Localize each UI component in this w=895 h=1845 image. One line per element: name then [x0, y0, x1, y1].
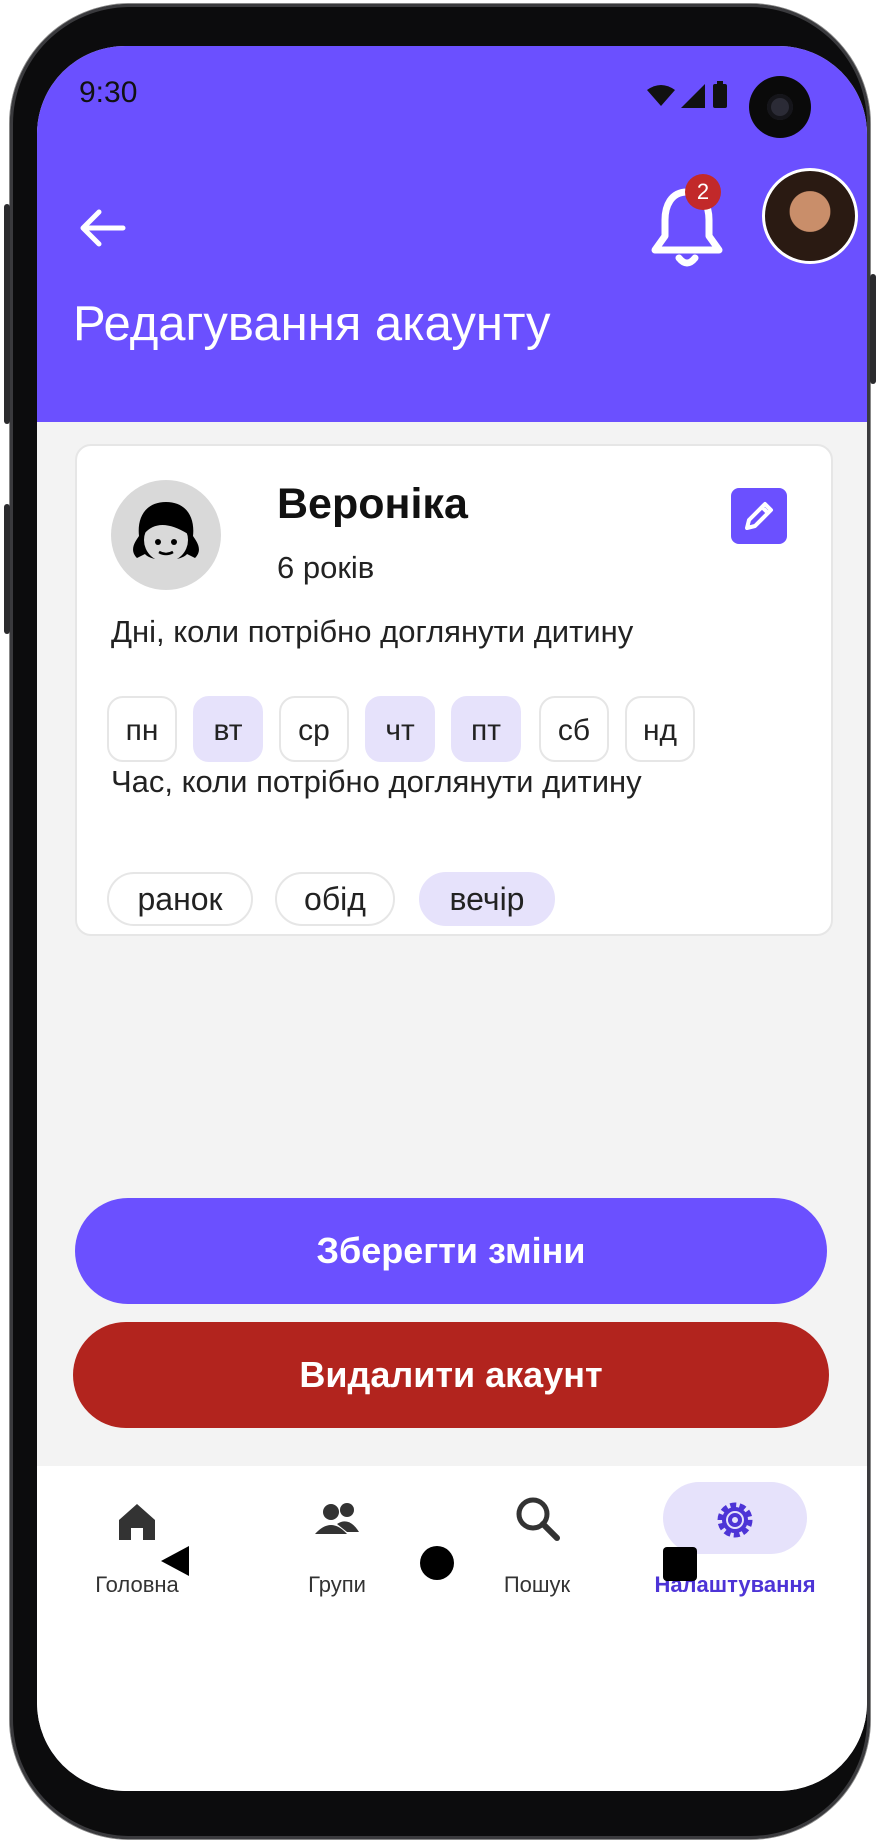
time-chip[interactable]: обід: [275, 872, 395, 926]
time-label: Час, коли потрібно доглянути дитину: [111, 764, 642, 799]
status-time: 9:30: [79, 76, 138, 109]
app-header: 9:30 2 Редагування акаунту: [37, 46, 867, 422]
status-icons: [647, 81, 727, 108]
child-profile-card: Вероніка 6 років Дні, коли потрібно догл…: [75, 444, 833, 936]
groups-icon: [315, 1503, 359, 1534]
battery-icon: [713, 84, 727, 108]
day-chip[interactable]: пт: [451, 696, 521, 762]
edit-profile-button[interactable]: [731, 488, 787, 544]
search-icon: [516, 1497, 560, 1541]
nav-label: Пошук: [503, 1572, 571, 1597]
system-recents-button[interactable]: [663, 1547, 697, 1581]
app-screen: 9:30 2 Редагування акаунту Вероніка 6 ро…: [37, 46, 867, 1791]
system-home-button[interactable]: [420, 1546, 454, 1580]
pencil-icon: [745, 502, 773, 530]
girl-face-icon: [133, 502, 199, 562]
phone-frame: 9:30 2 Редагування акаунту Вероніка 6 ро…: [4, 4, 876, 1839]
side-button: [4, 204, 10, 424]
signal-icon: [681, 84, 705, 108]
delete-account-button[interactable]: Видалити акаунт: [73, 1322, 829, 1428]
time-chip[interactable]: вечір: [419, 872, 555, 926]
save-changes-button[interactable]: Зберегти зміни: [75, 1198, 827, 1304]
bottom-navigation: Головна Групи Пошук Налаштування: [37, 1466, 867, 1791]
child-age: 6 років: [277, 550, 375, 585]
nav-item-groups[interactable]: Групи: [237, 1486, 437, 1597]
days-label: Дні, коли потрібно доглянути дитину: [111, 614, 634, 649]
wifi-icon: [647, 85, 675, 106]
day-chip[interactable]: нд: [625, 696, 695, 762]
power-button: [870, 274, 876, 384]
time-chip[interactable]: ранок: [107, 872, 253, 926]
notification-badge: 2: [685, 174, 721, 210]
nav-item-search[interactable]: Пошук: [437, 1486, 637, 1597]
day-chip[interactable]: ср: [279, 696, 349, 762]
front-camera: [749, 76, 811, 138]
back-arrow-icon[interactable]: [73, 198, 133, 258]
day-chip[interactable]: пн: [107, 696, 177, 762]
nav-label: Головна: [95, 1572, 179, 1597]
nav-label: Групи: [308, 1572, 366, 1597]
gear-icon: [717, 1502, 753, 1538]
child-avatar: [111, 480, 221, 590]
side-button: [4, 504, 10, 634]
nav-item-home[interactable]: Головна: [37, 1486, 237, 1597]
day-chip[interactable]: чт: [365, 696, 435, 762]
day-chip[interactable]: сб: [539, 696, 609, 762]
child-name: Вероніка: [277, 480, 468, 528]
page-title: Редагування акаунту: [73, 297, 551, 351]
system-back-icon[interactable]: [159, 1544, 191, 1578]
user-avatar[interactable]: [762, 168, 858, 264]
day-chip[interactable]: вт: [193, 696, 263, 762]
